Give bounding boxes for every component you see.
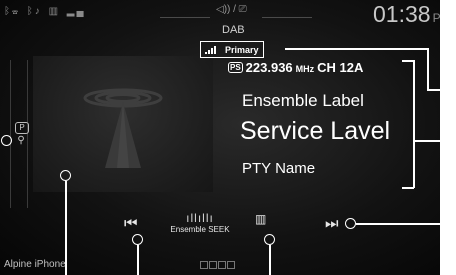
callout-line: [356, 223, 456, 225]
previous-button[interactable]: ⏮: [124, 215, 138, 232]
clock-ampm: PM: [432, 11, 440, 25]
volume-icon[interactable]: ◁)) / ⎚: [216, 4, 247, 15]
bluetooth-phone-icon: ᛒ☎: [4, 6, 20, 17]
seek-icon: ıllıllı: [186, 211, 214, 225]
next-icon: ⏭: [325, 215, 339, 232]
reception-icon: [205, 45, 217, 54]
ps-badge: PS: [228, 62, 243, 73]
status-icons: ᛒ☎ ᛒ♪ ▥ ▂▄: [4, 6, 88, 17]
callout-marker: [132, 234, 143, 245]
callout-marker: [60, 170, 71, 181]
callout-line: [269, 245, 271, 275]
previous-icon: ⏮: [124, 215, 138, 232]
channel-label: CH 12A: [317, 60, 364, 75]
callout-marker: [1, 135, 12, 146]
seek-label: Ensemble SEEK: [170, 225, 230, 234]
ensemble-label: Ensemble Label: [242, 91, 364, 110]
side-rail: [10, 60, 28, 208]
page-indicator: [200, 261, 235, 269]
frequency-value: 223.936: [245, 60, 293, 75]
frequency-row: PS 223.936 MHz CH 12A: [228, 60, 363, 75]
callout-line: [414, 140, 456, 142]
clock-time: 01:38: [373, 1, 431, 27]
signal-status: Primary: [200, 41, 264, 58]
divider: [160, 17, 210, 18]
frequency-unit: MHz: [295, 64, 315, 74]
pty-name: PTY Name: [242, 160, 316, 177]
callout-bracket: [413, 60, 415, 188]
ensemble-seek-button[interactable]: ıllıllı Ensemble SEEK: [168, 211, 232, 234]
divider: [262, 17, 312, 18]
band-label: DAB: [222, 24, 245, 36]
callout-line: [285, 48, 428, 50]
preset-list-icon: ▥: [255, 212, 267, 226]
bluetooth-audio-icon: ᛒ♪: [26, 6, 42, 17]
preset-list-button[interactable]: ▥: [255, 212, 266, 226]
callout-line: [427, 48, 429, 90]
battery-icon: ▥: [48, 6, 61, 17]
callout-line: [65, 181, 67, 275]
clock: 01:38PM: [373, 1, 440, 28]
primary-label: Primary: [225, 44, 259, 55]
callout-bracket: [402, 187, 414, 189]
signal-icon: ▂▄: [66, 6, 86, 17]
callout-marker: [264, 234, 275, 245]
source-device: Alpine iPhone: [4, 259, 66, 270]
callout-marker: [345, 218, 356, 229]
callout-line: [137, 245, 139, 275]
callout-line: [427, 89, 456, 91]
next-button[interactable]: ⏭: [325, 215, 339, 232]
service-label: Service Lavel: [240, 117, 391, 145]
preset-p-button[interactable]: P: [15, 122, 29, 134]
search-icon[interactable]: ⚲: [15, 135, 27, 147]
